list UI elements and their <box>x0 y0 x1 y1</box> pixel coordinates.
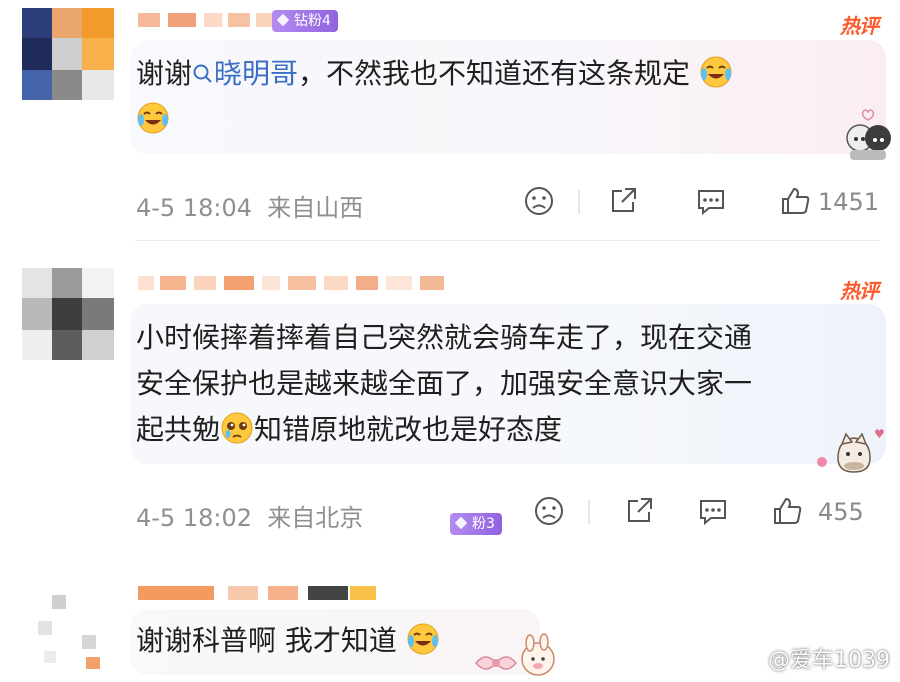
comment-icon[interactable] <box>694 184 728 218</box>
diamond-icon <box>276 13 290 27</box>
avatar[interactable] <box>22 595 114 669</box>
like-icon[interactable] <box>770 494 804 528</box>
comment-text-line1: 小时候摔着摔着自己突然就会骑车走了，现在交通 <box>136 321 753 354</box>
bow-bunny-sticker <box>475 633 555 676</box>
crying-laughing-emoji <box>700 56 732 88</box>
like-icon[interactable] <box>778 184 812 218</box>
fan-badge: 钻粉4 <box>272 10 338 32</box>
watermark: @爱车1039 <box>734 642 890 674</box>
divider <box>578 190 580 214</box>
cat-sticker: ♥ <box>817 427 885 473</box>
crying-laughing-emoji <box>137 102 169 134</box>
comment-icon[interactable] <box>696 494 730 528</box>
divider <box>588 500 590 524</box>
fan-badge: 粉3 <box>450 513 502 535</box>
weibo-logo-icon <box>735 651 762 672</box>
comment-item: 粉3 热评 小时候摔着摔着自己突然就会骑车走了，现在交通 安全保护也是越来越全面… <box>0 240 900 540</box>
anime-couple-sticker <box>846 109 891 160</box>
comment-meta: 4-5 18:04 来自山西 <box>136 194 364 222</box>
like-count: 1451 <box>818 188 880 216</box>
hot-comment-tag: 热评 <box>840 14 879 38</box>
username-blurred[interactable] <box>138 10 278 30</box>
search-icon <box>193 64 212 83</box>
weibo-comments-screenshot: 钻粉4 热评 谢谢 晓明哥，不然我也不知道还有这条规定 4-5 18:04 来自… <box>0 0 900 682</box>
dislike-icon[interactable] <box>522 184 556 218</box>
mention-link[interactable]: 晓明哥 <box>192 57 298 90</box>
comment-meta: 4-5 18:02 来自北京 <box>136 504 364 532</box>
hot-comment-tag: 热评 <box>840 279 879 303</box>
comment-text-line3: 起共勉 知错原地就改也是好态度 <box>136 412 563 446</box>
comment-text-line2 <box>136 100 170 140</box>
comment-text-line2: 安全保护也是越来越全面了，加强安全意识大家一 <box>136 367 753 400</box>
username-blurred[interactable] <box>138 273 448 293</box>
comment-item: 钻粉4 热评 谢谢 晓明哥，不然我也不知道还有这条规定 4-5 18:04 来自… <box>0 0 900 240</box>
username-blurred[interactable] <box>138 583 378 603</box>
pleading-tears-emoji <box>221 412 253 444</box>
crying-laughing-emoji <box>407 623 439 655</box>
comment-actions: 1451 <box>522 184 882 220</box>
avatar[interactable] <box>22 268 114 360</box>
comment-text: 谢谢科普啊 我才知道 <box>136 621 440 661</box>
avatar[interactable] <box>22 8 114 100</box>
share-icon[interactable] <box>622 494 656 528</box>
share-icon[interactable] <box>606 184 640 218</box>
dislike-icon[interactable] <box>532 494 566 528</box>
diamond-icon <box>454 516 468 530</box>
comment-actions: 455 <box>532 494 882 530</box>
like-count: 455 <box>818 498 864 526</box>
svg-text:♥: ♥ <box>874 427 885 441</box>
comment-text: 谢谢 晓明哥，不然我也不知道还有这条规定 <box>136 54 733 94</box>
